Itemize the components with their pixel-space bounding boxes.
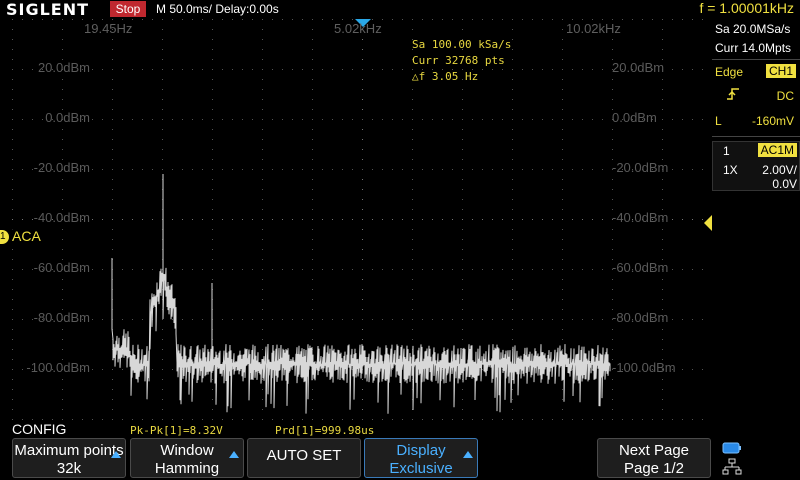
softkey-value: Exclusive <box>389 460 453 477</box>
acq-points: Curr 14.0Mpts <box>715 41 792 55</box>
dbm-right-7: -100.0dBm <box>612 360 676 375</box>
softkey-value: Page 1/2 <box>623 460 685 477</box>
dbm-left-5: -60.0dBm <box>33 260 90 275</box>
probe-ratio: 1X <box>723 163 738 177</box>
measure-period: Prd[1]=999.98us <box>275 424 375 437</box>
dbm-right-6: -80.0dBm <box>612 310 669 325</box>
brand-logo: SIGLENT <box>6 0 90 19</box>
dbm-left-6: -80.0dBm <box>33 310 90 325</box>
softkey-label: Maximum points <box>14 442 124 459</box>
graticule <box>12 19 703 420</box>
dbm-left-3: -20.0dBm <box>33 160 90 175</box>
trigger-source[interactable]: CH1 <box>765 64 796 78</box>
chevron-up-icon <box>229 451 239 458</box>
freq-label-right: 10.02kHz <box>566 21 621 36</box>
fft-sample-rate: Sa 100.00 kSa/s <box>412 38 512 51</box>
network-icon[interactable] <box>722 458 742 476</box>
divider <box>712 59 800 60</box>
maximum-points-button[interactable]: Maximum points 32k <box>12 438 126 478</box>
waveform-display[interactable]: 19.45Hz 5.02kHz 10.02kHz 20.0dBm 0.0dBm … <box>0 19 712 420</box>
dbm-right-2: 0.0dBm <box>612 110 657 125</box>
window-button[interactable]: Window Hamming <box>130 438 244 478</box>
dbm-right-3: -20.0dBm <box>612 160 669 175</box>
softkey-label: Next Page <box>618 442 690 459</box>
measure-pkpk: Pk-Pk[1]=8.32V <box>130 424 223 437</box>
menu-title: CONFIG <box>12 421 67 437</box>
trigger-frequency-readout: f = 1.00001kHz <box>699 0 794 16</box>
dbm-left-4: -40.0dBm <box>33 210 90 225</box>
acq-sample-rate: Sa 20.0MSa/s <box>715 22 791 36</box>
storage-icon[interactable] <box>722 441 742 455</box>
softkey-value: 32k <box>56 460 82 477</box>
dbm-right-4: -40.0dBm <box>612 210 669 225</box>
divider <box>712 136 800 137</box>
trigger-level-value[interactable]: -160mV <box>752 114 794 128</box>
fft-trace <box>111 174 611 414</box>
channel-info-box[interactable]: 1 AC1M 1X 2.00V/ 0.0V <box>712 141 800 191</box>
dbm-right-1: 20.0dBm <box>612 60 665 75</box>
softkey-label: AUTO SET <box>266 447 342 464</box>
fft-delta-f: △f 3.05 Hz <box>412 70 479 83</box>
dbm-left-2: 0.0dBm <box>45 110 90 125</box>
trigger-level-icon[interactable] <box>702 215 712 231</box>
top-status-bar: SIGLENT Stop M 50.0ms/ Delay:0.00s f = 1… <box>0 0 800 19</box>
chevron-up-icon <box>111 451 121 458</box>
right-info-panel: Sa 20.0MSa/s Curr 14.0Mpts Edge CH1 DC L… <box>712 19 800 420</box>
trigger-type[interactable]: Edge <box>715 65 743 79</box>
next-page-button[interactable]: Next Page Page 1/2 <box>597 438 711 478</box>
dbm-left-1: 20.0dBm <box>37 60 90 75</box>
softkey-label: Display <box>396 442 446 459</box>
softkey-label: Window <box>160 442 214 459</box>
fft-info-panel: Sa 100.00 kSa/s Curr 32768 pts △f 3.05 H… <box>412 37 511 85</box>
chevron-up-icon <box>463 451 473 458</box>
freq-label-center: 5.02kHz <box>334 21 382 36</box>
rising-edge-icon <box>727 88 739 100</box>
channel-offset: 0.0V <box>772 177 797 191</box>
channel-coupling: AC1M <box>757 143 797 157</box>
freq-label-left: 19.45Hz <box>84 21 133 36</box>
channel-label: ACA <box>12 228 41 244</box>
trigger-coupling[interactable]: DC <box>777 89 794 103</box>
timebase-readout[interactable]: M 50.0ms/ Delay:0.00s <box>156 2 279 16</box>
dbm-left-7: -100.0dBm <box>26 360 90 375</box>
display-button[interactable]: Display Exclusive <box>364 438 478 478</box>
run-stop-indicator[interactable]: Stop <box>110 1 146 17</box>
softkey-value: Hamming <box>154 460 220 477</box>
volts-per-div: 2.00V/ <box>762 163 797 177</box>
channel-number: 1 <box>723 144 730 158</box>
dbm-right-5: -60.0dBm <box>612 260 669 275</box>
fft-points: Curr 32768 pts <box>412 54 505 67</box>
auto-set-button[interactable]: AUTO SET <box>247 438 361 478</box>
trigger-level-label: L <box>715 114 722 128</box>
